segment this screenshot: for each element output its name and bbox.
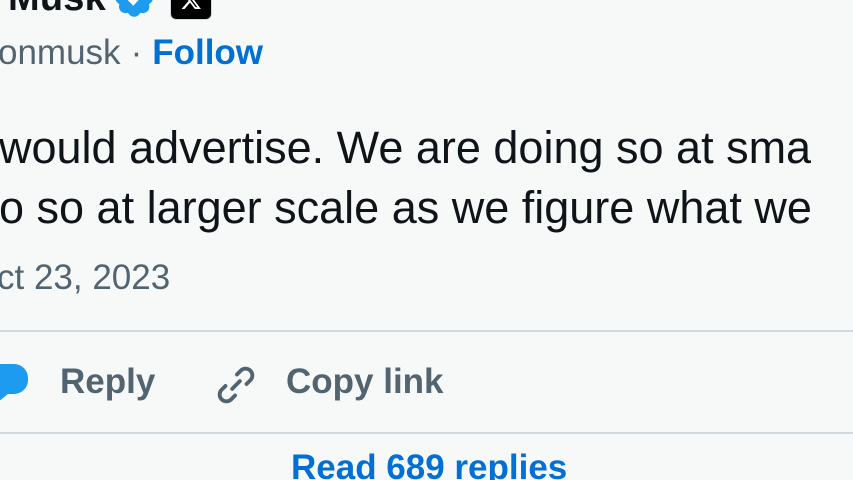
author-handle-row: onmusk · Follow	[0, 28, 263, 78]
action-bar: Reply Copy link	[0, 350, 853, 416]
embedded-post-card: Musk onmusk · Follow would advertise. We…	[0, 0, 853, 480]
verified-badge-icon	[114, 0, 158, 20]
follow-button[interactable]: Follow	[152, 33, 263, 73]
author-handle[interactable]: onmusk	[0, 33, 121, 73]
copy-link-button[interactable]: Copy link	[286, 362, 444, 402]
post-date[interactable]: ct 23, 2023	[0, 258, 170, 298]
link-icon[interactable]	[213, 362, 259, 408]
read-replies-link[interactable]: Read 689 replies	[291, 448, 567, 480]
x-logo-icon[interactable]	[170, 0, 212, 20]
post-text-line: o so at larger scale as we figure what w…	[0, 182, 812, 233]
author-name[interactable]: Musk	[8, 0, 106, 20]
divider	[0, 432, 853, 434]
author-name-row: Musk	[8, 0, 158, 20]
divider	[0, 330, 853, 332]
separator-dot: ·	[130, 33, 143, 72]
reply-button[interactable]: Reply	[60, 362, 155, 402]
post-text: would advertise. We are doing so at sma …	[0, 118, 853, 238]
speech-bubble-icon[interactable]	[0, 360, 32, 404]
post-text-line: would advertise. We are doing so at sma	[0, 122, 812, 173]
